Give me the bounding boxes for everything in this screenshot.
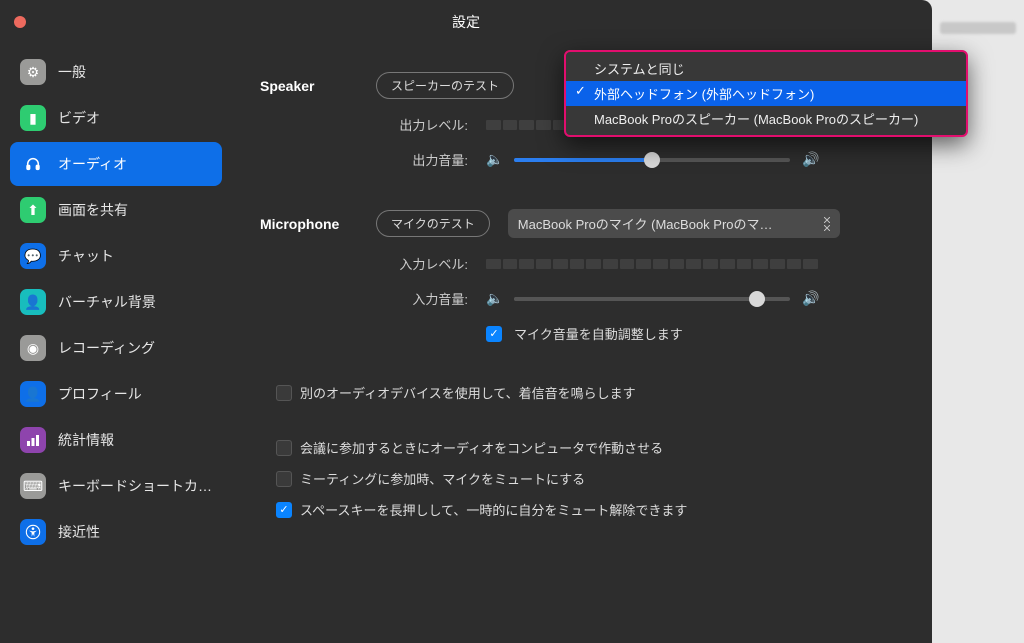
input-volume-slider[interactable] [514, 297, 790, 301]
background-blur [940, 22, 1016, 34]
window-title: 設定 [452, 12, 480, 32]
sidebar-item-chat[interactable]: 💬 チャット [10, 234, 222, 278]
join-audio-checkbox[interactable] [276, 440, 292, 456]
sidebar-item-label: バーチャル背景 [58, 292, 156, 312]
sidebar-item-label: 統計情報 [58, 430, 114, 450]
volume-high-icon: 🔊 [802, 290, 818, 307]
sidebar-item-statistics[interactable]: 統計情報 [10, 418, 222, 462]
traffic-lights [14, 16, 26, 28]
ringtone-device-label: 別のオーディオデバイスを使用して、着信音を鳴らします [300, 383, 636, 402]
test-speaker-button[interactable]: スピーカーのテスト [376, 72, 514, 99]
join-audio-label: 会議に参加するときにオーディオをコンピュータで作動させる [300, 438, 663, 457]
sidebar-item-recording[interactable]: ◉ レコーディング [10, 326, 222, 370]
input-level-label: 入力レベル: [256, 254, 486, 273]
volume-low-icon: 🔈 [486, 151, 502, 168]
sidebar-item-label: キーボードショートカ… [58, 476, 212, 496]
titlebar: 設定 [0, 0, 932, 44]
microphone-select[interactable]: MacBook Proのマイク (MacBook Proのマ… [508, 209, 840, 238]
mute-on-join-checkbox[interactable] [276, 471, 292, 487]
share-screen-icon: ⬆ [20, 197, 46, 223]
sidebar-item-label: プロフィール [58, 384, 142, 404]
input-volume-label: 入力音量: [256, 289, 486, 308]
person-icon: 👤 [20, 289, 46, 315]
record-icon: ◉ [20, 335, 46, 361]
profile-icon: 👤 [20, 381, 46, 407]
sidebar-item-label: 画面を共有 [58, 200, 128, 220]
settings-window: 設定 ⚙ 一般 ▮ ビデオ オーディオ ⬆ 画面を共有 💬 [0, 0, 932, 643]
volume-high-icon: 🔊 [802, 151, 818, 168]
sidebar-item-virtual-background[interactable]: 👤 バーチャル背景 [10, 280, 222, 324]
speaker-option-same-as-system[interactable]: システムと同じ [566, 56, 966, 81]
sidebar-item-keyboard-shortcuts[interactable]: ⌨ キーボードショートカ… [10, 464, 222, 508]
speaker-option-external-headphones[interactable]: 外部ヘッドフォン (外部ヘッドフォン) [566, 81, 966, 106]
sidebar-item-label: チャット [58, 246, 114, 266]
close-window-button[interactable] [14, 16, 26, 28]
gear-icon: ⚙ [20, 59, 46, 85]
output-volume-slider[interactable] [514, 158, 790, 162]
headphones-icon [20, 151, 46, 177]
sidebar-item-label: 接近性 [58, 522, 100, 542]
auto-adjust-mic-label: マイク音量を自動調整します [514, 324, 683, 343]
sidebar-item-accessibility[interactable]: 接近性 [10, 510, 222, 554]
volume-low-icon: 🔈 [486, 290, 502, 307]
sidebar-item-general[interactable]: ⚙ 一般 [10, 50, 222, 94]
speaker-option-macbook-pro-speakers[interactable]: MacBook Proのスピーカー (MacBook Proのスピーカー) [566, 106, 966, 131]
sidebar-item-share-screen[interactable]: ⬆ 画面を共有 [10, 188, 222, 232]
sidebar: ⚙ 一般 ▮ ビデオ オーディオ ⬆ 画面を共有 💬 チャット [0, 44, 232, 643]
output-volume-label: 出力音量: [256, 150, 486, 169]
test-microphone-button[interactable]: マイクのテスト [376, 210, 490, 237]
chat-icon: 💬 [20, 243, 46, 269]
output-level-label: 出力レベル: [256, 115, 486, 134]
sidebar-item-video[interactable]: ▮ ビデオ [10, 96, 222, 140]
sidebar-item-profile[interactable]: 👤 プロフィール [10, 372, 222, 416]
sidebar-item-label: ビデオ [58, 108, 100, 128]
speaker-dropdown: システムと同じ 外部ヘッドフォン (外部ヘッドフォン) MacBook Proの… [564, 50, 968, 137]
keyboard-icon: ⌨ [20, 473, 46, 499]
input-level-meter [486, 259, 818, 269]
stats-icon [20, 427, 46, 453]
sidebar-item-label: レコーディング [58, 338, 155, 358]
auto-adjust-mic-checkbox[interactable]: ✓ [486, 326, 502, 342]
space-unmute-label: スペースキーを長押しして、一時的に自分をミュート解除できます [300, 500, 687, 519]
sidebar-item-label: 一般 [58, 62, 86, 82]
mute-on-join-label: ミーティングに参加時、マイクをミュートにする [300, 469, 585, 488]
microphone-heading: Microphone [256, 216, 376, 232]
accessibility-icon [20, 519, 46, 545]
video-icon: ▮ [20, 105, 46, 131]
speaker-heading: Speaker [256, 78, 376, 94]
ringtone-device-checkbox[interactable] [276, 385, 292, 401]
sidebar-item-label: オーディオ [58, 154, 127, 174]
space-unmute-checkbox[interactable]: ✓ [276, 502, 292, 518]
sidebar-item-audio[interactable]: オーディオ [10, 142, 222, 186]
